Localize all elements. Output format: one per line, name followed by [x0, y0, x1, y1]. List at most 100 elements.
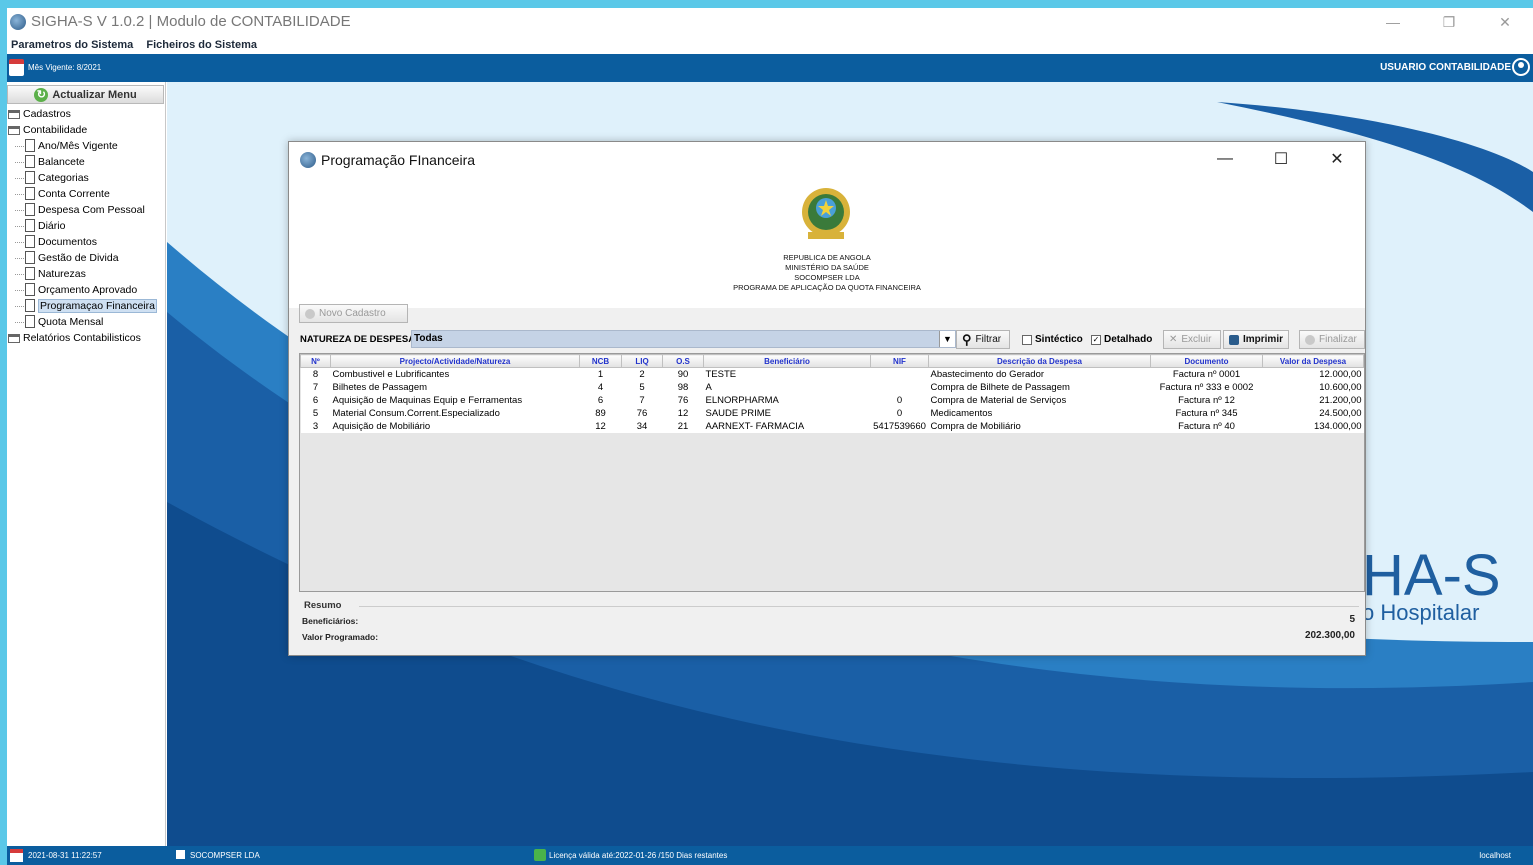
mes-vigente: Mês Vigente: 8/2021 — [28, 63, 102, 72]
app-logo-icon — [300, 152, 316, 168]
header-line-2: MINISTÉRIO DA SAÚDE — [785, 263, 869, 272]
col-liq[interactable]: LIQ — [621, 354, 663, 368]
add-icon — [305, 308, 315, 319]
calendar-icon — [10, 849, 23, 862]
tree-item-programacao[interactable]: Programaçao Financeira — [7, 298, 164, 314]
col-beneficiario[interactable]: Beneficiário — [703, 354, 871, 368]
col-os[interactable]: O.S — [662, 354, 704, 368]
tree-item-documentos[interactable]: Documentos — [7, 234, 164, 250]
report-header: REPUBLICA DE ANGOLA MINISTÉRIO DA SAÚDE … — [289, 178, 1365, 308]
finalize-icon — [1305, 334, 1315, 345]
tree-item-balancete[interactable]: Balancete — [7, 154, 164, 170]
folder-icon — [8, 126, 20, 135]
chevron-down-icon[interactable]: ▼ — [939, 331, 955, 347]
dialog-minimize-button[interactable]: — — [1197, 142, 1253, 176]
document-icon — [25, 187, 35, 200]
col-projecto[interactable]: Projecto/Actividade/Natureza — [330, 354, 580, 368]
document-icon — [25, 267, 35, 280]
tree-item-quota-mensal[interactable]: Quota Mensal — [7, 314, 164, 330]
document-icon — [25, 203, 35, 216]
tree-item-conta-corrente[interactable]: Conta Corrente — [7, 186, 164, 202]
finalizar-button[interactable]: Finalizar — [1299, 330, 1365, 349]
col-nif[interactable]: NIF — [870, 354, 929, 368]
document-icon — [25, 235, 35, 248]
table-row[interactable]: 6 Aquisição de Maquinas Equip e Ferramen… — [300, 393, 1364, 407]
natureza-select[interactable]: Todas ▼ — [411, 330, 956, 348]
table-row[interactable]: 3 Aquisição de Mobiliário 12 34 21 AARNE… — [300, 419, 1364, 433]
tree-item-gestao-divida[interactable]: Gestão de Divida — [7, 250, 164, 266]
document-icon — [25, 219, 35, 232]
col-numero[interactable]: Nº — [300, 354, 331, 368]
menu-ficheiros[interactable]: Ficheiros do Sistema — [146, 36, 257, 54]
dialog-close-button[interactable]: ✕ — [1309, 142, 1365, 176]
user-icon[interactable] — [1512, 58, 1530, 76]
tree-item-ano-mes[interactable]: Ano/Mês Vigente — [7, 138, 164, 154]
table-row[interactable]: 5 Material Consum.Corrent.Especializado … — [300, 406, 1364, 420]
col-ncb[interactable]: NCB — [579, 354, 622, 368]
novo-cadastro-button[interactable]: Novo Cadastro — [299, 304, 408, 323]
resumo-title: Resumo — [304, 600, 342, 611]
header-line-4: PROGRAMA DE APLICAÇÃO DA QUOTA FINANCEIR… — [733, 283, 921, 292]
col-descricao[interactable]: Descrição da Despesa — [928, 354, 1151, 368]
brand-subtext: o Hospitalar — [1362, 600, 1480, 625]
status-host: localhost — [1479, 851, 1511, 860]
license-check-icon — [534, 849, 546, 861]
dialog-title-bar: Programação FInanceira — ☐ ✕ — [289, 142, 1365, 178]
tree-item-despesa-pessoal[interactable]: Despesa Com Pessoal — [7, 202, 164, 218]
status-company: SOCOMPSER LDA — [190, 851, 260, 860]
printer-icon — [1229, 334, 1239, 345]
valor-programado-label: Valor Programado: — [302, 632, 379, 642]
header-line-3: SOCOMPSER LDA — [794, 273, 860, 282]
sintetico-checkbox[interactable]: Sintéctico — [1022, 334, 1083, 345]
document-icon — [25, 171, 35, 184]
dialog-maximize-button[interactable]: ☐ — [1253, 142, 1309, 176]
table-header-row: Nº Projecto/Actividade/Natureza NCB LIQ … — [300, 354, 1364, 368]
tree-item-orcamento[interactable]: Orçamento Aprovado — [7, 282, 164, 298]
title-bar: SIGHA-S V 1.0.2 | Modulo de CONTABILIDAD… — [7, 8, 1533, 36]
maximize-button[interactable]: ❐ — [1421, 8, 1477, 36]
resumo-panel: Resumo Beneficiários: 5 Valor Programado… — [299, 598, 1365, 650]
menu-bar: Parametros do Sistema Ficheiros do Siste… — [7, 36, 1533, 54]
header-line-1: REPUBLICA DE ANGOLA — [783, 253, 871, 262]
window-title: SIGHA-S V 1.0.2 | Modulo de CONTABILIDAD… — [31, 13, 351, 30]
excluir-button[interactable]: ✕ Excluir — [1163, 330, 1221, 349]
document-icon — [25, 251, 35, 264]
close-icon: ✕ — [1169, 334, 1178, 345]
close-button[interactable]: ✕ — [1477, 8, 1533, 36]
folder-icon — [8, 110, 20, 119]
tree-item-diario[interactable]: Diário — [7, 218, 164, 234]
sidebar: ↻ Actualizar Menu Cadastros Contabilidad… — [7, 82, 166, 846]
tree-item-naturezas[interactable]: Naturezas — [7, 266, 164, 282]
brand-text: HA-S — [1362, 543, 1501, 608]
tree-node-relatorios[interactable]: Relatórios Contabilisticos — [7, 330, 164, 346]
beneficiarios-label: Beneficiários: — [302, 616, 359, 626]
table-row[interactable]: 7 Bilhetes de Passagem 4 5 98 A Compra d… — [300, 380, 1364, 394]
tree-node-contabilidade[interactable]: Contabilidade — [7, 122, 164, 138]
search-icon: ⚲ — [962, 331, 972, 347]
filtrar-button[interactable]: ⚲ Filtrar — [956, 330, 1010, 349]
beneficiarios-value: 5 — [1349, 614, 1355, 625]
tree-node-cadastros[interactable]: Cadastros — [7, 106, 164, 122]
tree-item-categorias[interactable]: Categorias — [7, 170, 164, 186]
document-icon — [25, 155, 35, 168]
programacao-table: Nº Projecto/Actividade/Natureza NCB LIQ … — [299, 353, 1365, 592]
table-row[interactable]: 8 Combustivel e Lubrificantes 1 2 90 TES… — [300, 367, 1364, 381]
status-bar: 2021-08-31 11:22:57 SOCOMPSER LDA Licenç… — [7, 846, 1533, 865]
document-icon — [25, 139, 35, 152]
col-documento[interactable]: Documento — [1150, 354, 1263, 368]
document-icon — [25, 315, 35, 328]
natureza-label: NATUREZA DE DESPESA: — [300, 334, 419, 345]
imprimir-button[interactable]: Imprimir — [1223, 330, 1289, 349]
status-datetime: 2021-08-31 11:22:57 — [28, 851, 102, 860]
col-valor[interactable]: Valor da Despesa — [1262, 354, 1364, 368]
info-bar: Mês Vigente: 8/2021 USUARIO CONTABILIDAD… — [7, 54, 1533, 82]
detalhado-checkbox[interactable]: ✓ Detalhado — [1091, 334, 1152, 345]
user-name[interactable]: USUARIO CONTABILIDADE — [1380, 62, 1511, 73]
minimize-button[interactable]: — — [1365, 8, 1421, 36]
refresh-menu-button[interactable]: ↻ Actualizar Menu — [7, 85, 164, 104]
refresh-icon: ↻ — [34, 87, 49, 102]
menu-parametros[interactable]: Parametros do Sistema — [11, 36, 133, 54]
document-icon — [25, 283, 35, 296]
status-license: Licença válida até:2022-01-26 /150 Dias … — [549, 851, 728, 860]
valor-programado-value: 202.300,00 — [1304, 630, 1355, 641]
